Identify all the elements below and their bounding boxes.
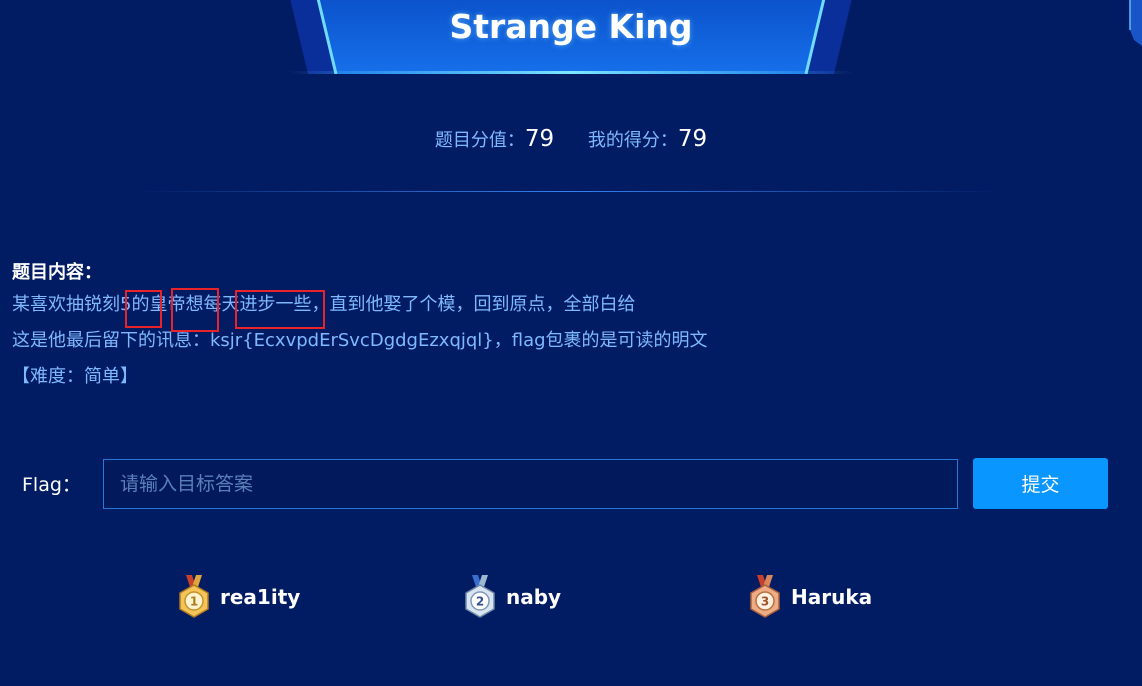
divider (140, 191, 1000, 192)
content-title: 题目内容： (12, 262, 102, 283)
content-line-3: 【难度：简单】 (12, 366, 138, 387)
medal-number: 2 (476, 595, 484, 609)
medal-number: 3 (761, 595, 769, 609)
corner-accent (1129, 0, 1142, 46)
bronze-medal-icon: 3 (750, 575, 780, 618)
gold-medal-icon: 1 (179, 575, 209, 618)
page-title: Strange King (449, 7, 693, 46)
my-score-item: 我的得分：79 (588, 126, 707, 152)
rank-item-3: 3 Haruka (747, 575, 872, 619)
rank-item-2: 2 naby (462, 575, 561, 619)
submit-button[interactable]: 提交 (973, 458, 1108, 509)
score-value-label: 题目分值： (434, 130, 525, 151)
score-value-item: 题目分值：79 (435, 126, 554, 152)
rank-item-1: 1 rea1ity (176, 575, 300, 619)
rank-name: rea1ity (220, 585, 301, 609)
highlight-box-daily-progress (235, 290, 325, 329)
header-banner: Strange King (288, 0, 854, 74)
silver-medal-icon: 2 (465, 575, 495, 618)
rank-name: naby (506, 585, 562, 609)
rank-name: Haruka (791, 585, 873, 609)
medal-number: 1 (190, 595, 198, 609)
score-row: 题目分值：79 我的得分：79 (0, 126, 1142, 152)
score-value-number: 79 (524, 126, 555, 152)
flag-label: Flag： (22, 474, 81, 496)
flag-input[interactable] (103, 459, 958, 509)
highlight-box-5 (125, 290, 162, 328)
my-score-label: 我的得分： (587, 130, 678, 151)
highlight-box-emperor (171, 288, 219, 332)
my-score-number: 79 (677, 126, 708, 152)
